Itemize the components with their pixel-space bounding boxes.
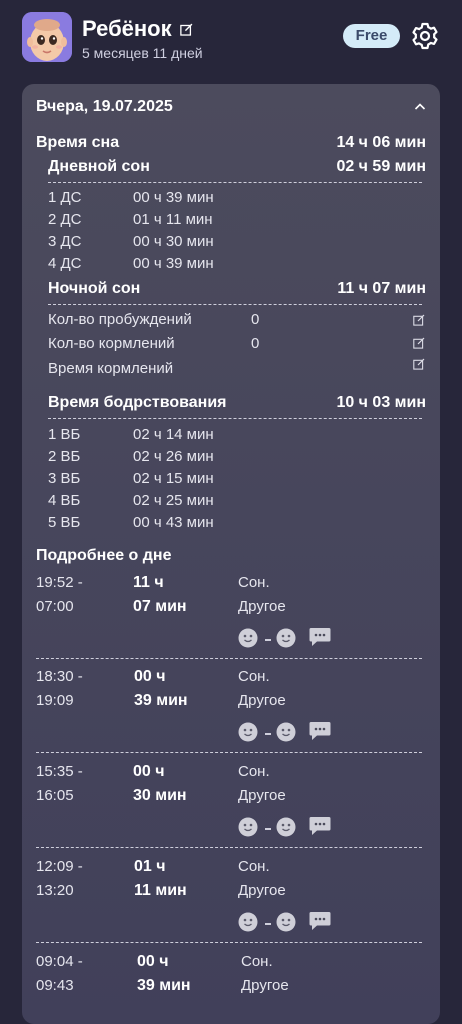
entry-hours: 00 ч xyxy=(137,953,169,970)
awake-window-value: 02 ч 25 мин xyxy=(133,492,214,509)
divider xyxy=(36,752,422,753)
comment-icon[interactable] xyxy=(309,816,331,836)
entry-start-time: 18:30 - xyxy=(36,668,83,685)
entry-minutes: 39 мин xyxy=(137,977,191,994)
entry-hours: 00 ч xyxy=(134,668,166,685)
plan-badge[interactable]: Free xyxy=(343,24,400,48)
entry-start-time: 15:35 - xyxy=(36,763,83,780)
sleep-total-label: Время сна xyxy=(36,134,120,151)
mood-end-icon[interactable] xyxy=(276,912,296,932)
day-nap-name: 3 ДС xyxy=(48,233,82,250)
mood-start-icon[interactable] xyxy=(238,912,258,932)
day-nap-value: 01 ч 11 мин xyxy=(133,211,213,228)
edit-name-icon[interactable] xyxy=(179,23,193,36)
awake-window-name: 5 ВБ xyxy=(48,514,81,531)
entry-place: Другое xyxy=(241,977,289,994)
entry-place: Другое xyxy=(238,692,286,709)
night-sleep-label: Ночной сон xyxy=(48,280,141,297)
settings-gear-icon[interactable] xyxy=(410,21,440,51)
divider xyxy=(48,182,422,183)
child-title-row: Ребёнок xyxy=(82,16,193,42)
day-nap-value: 00 ч 39 мин xyxy=(133,255,214,272)
day-sleep-value: 02 ч 59 мин xyxy=(336,158,426,175)
entry-type: Сон. xyxy=(238,574,270,591)
awake-value: 10 ч 03 мин xyxy=(336,394,426,411)
edit-feeding-time-icon[interactable] xyxy=(413,358,425,370)
mood-start-icon[interactable] xyxy=(238,817,258,837)
divider xyxy=(36,847,422,848)
edit-feedings-icon[interactable] xyxy=(413,337,425,349)
entry-type: Сон. xyxy=(238,858,270,875)
awake-window-value: 02 ч 15 мин xyxy=(133,470,214,487)
night-sleep-value: 11 ч 07 мин xyxy=(337,280,426,297)
child-age: 5 месяцев 11 дней xyxy=(82,45,203,61)
entry-start-time: 12:09 - xyxy=(36,858,83,875)
awake-window-name: 2 ВБ xyxy=(48,448,81,465)
sleep-total-value: 14 ч 06 мин xyxy=(336,134,426,151)
day-nap-value: 00 ч 39 мин xyxy=(133,189,214,206)
awake-window-value: 02 ч 14 мин xyxy=(133,426,214,443)
entry-minutes: 07 мин xyxy=(133,598,187,615)
entry-type: Сон. xyxy=(238,668,270,685)
feedings-label: Кол-во кормлений xyxy=(48,335,175,352)
comment-icon[interactable] xyxy=(309,627,331,647)
entry-minutes: 11 мин xyxy=(134,882,187,899)
feedings-value: 0 xyxy=(251,335,260,352)
mood-dash xyxy=(265,923,271,925)
details-title: Подробнее о дне xyxy=(36,547,172,564)
child-name: Ребёнок xyxy=(82,16,172,41)
day-sleep-label: Дневной сон xyxy=(48,158,150,175)
entry-place: Другое xyxy=(238,787,286,804)
mood-dash xyxy=(265,733,271,735)
mood-end-icon[interactable] xyxy=(276,817,296,837)
wakeups-label: Кол-во пробуждений xyxy=(48,311,192,328)
entry-end-time: 07:00 xyxy=(36,598,74,615)
awake-window-name: 3 ВБ xyxy=(48,470,81,487)
awake-label: Время бодрствования xyxy=(48,394,227,411)
entry-minutes: 39 мин xyxy=(134,692,188,709)
card-date: Вчера, 19.07.2025 xyxy=(36,98,173,115)
divider xyxy=(36,658,422,659)
entry-end-time: 16:05 xyxy=(36,787,74,804)
day-nap-name: 1 ДС xyxy=(48,189,82,206)
divider xyxy=(36,942,422,943)
entry-hours: 01 ч xyxy=(134,858,166,875)
entry-type: Сон. xyxy=(238,763,270,780)
comment-icon[interactable] xyxy=(309,721,331,741)
entry-type: Сон. xyxy=(241,953,273,970)
entry-end-time: 13:20 xyxy=(36,882,74,899)
divider xyxy=(48,304,422,305)
entry-start-time: 19:52 - xyxy=(36,574,83,591)
child-avatar[interactable] xyxy=(22,12,72,62)
comment-icon[interactable] xyxy=(309,911,331,931)
entry-start-time: 09:04 - xyxy=(36,953,83,970)
mood-end-icon[interactable] xyxy=(276,722,296,742)
awake-window-name: 1 ВБ xyxy=(48,426,81,443)
entry-end-time: 19:09 xyxy=(36,692,74,709)
mood-start-icon[interactable] xyxy=(238,722,258,742)
day-summary-card: Вчера, 19.07.2025 Время сна 14 ч 06 мин … xyxy=(22,84,440,1024)
wakeups-value: 0 xyxy=(251,311,260,328)
awake-window-value: 00 ч 43 мин xyxy=(133,514,214,531)
feeding-time-label: Время кормлений xyxy=(48,360,174,377)
entry-hours: 00 ч xyxy=(133,763,165,780)
entry-place: Другое xyxy=(238,882,286,899)
entry-end-time: 09:43 xyxy=(36,977,74,994)
mood-start-icon[interactable] xyxy=(238,628,258,648)
entry-minutes: 30 мин xyxy=(133,787,187,804)
divider xyxy=(48,418,422,419)
app-header: Ребёнок 5 месяцев 11 дней Free xyxy=(0,0,462,80)
entry-place: Другое xyxy=(238,598,286,615)
mood-dash xyxy=(265,639,271,641)
day-nap-name: 4 ДС xyxy=(48,255,82,272)
awake-window-value: 02 ч 26 мин xyxy=(133,448,214,465)
entry-hours: 11 ч xyxy=(133,574,164,591)
edit-wakeups-icon[interactable] xyxy=(413,314,425,326)
awake-window-name: 4 ВБ xyxy=(48,492,81,509)
mood-end-icon[interactable] xyxy=(276,628,296,648)
day-nap-value: 00 ч 30 мин xyxy=(133,233,214,250)
mood-dash xyxy=(265,828,271,830)
day-nap-name: 2 ДС xyxy=(48,211,82,228)
chevron-up-icon[interactable] xyxy=(414,102,426,112)
